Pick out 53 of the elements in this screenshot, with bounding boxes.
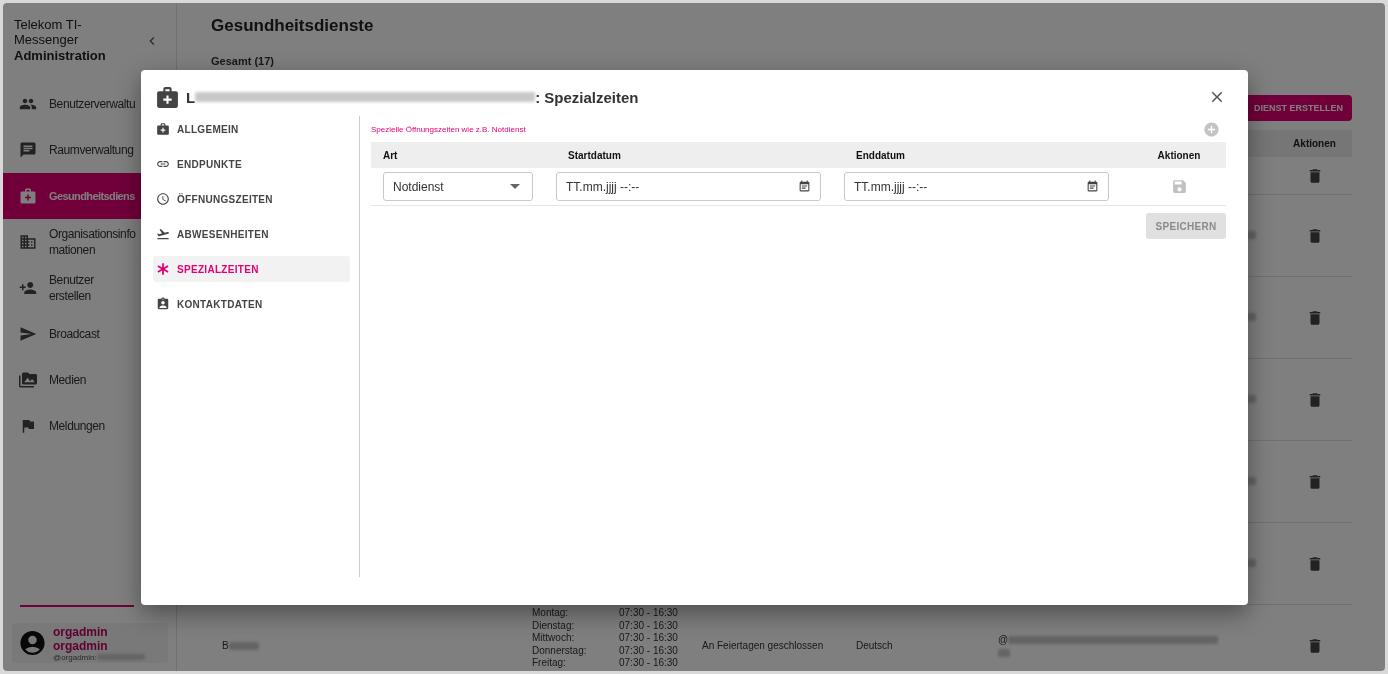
opening-hours: 07:30 - 16:30 bbox=[619, 632, 679, 645]
page-title: Gesundheitsdienste bbox=[211, 16, 375, 37]
sidebar-item[interactable]: Medien bbox=[3, 357, 176, 403]
weekday-label: Freitag: bbox=[532, 657, 567, 670]
medical-case-icon bbox=[19, 187, 37, 205]
user-card[interactable]: orgadmin orgadmin @orgadmin: bbox=[12, 623, 168, 663]
column-header: Art bbox=[382, 149, 399, 161]
user-handle: @orgadmin: bbox=[53, 652, 97, 662]
calendar-icon[interactable] bbox=[798, 180, 811, 193]
column-header: Aktionen bbox=[1293, 138, 1336, 149]
column-header: Aktionen bbox=[1157, 149, 1201, 161]
blurred-text bbox=[228, 641, 259, 650]
table-cell: B bbox=[222, 640, 229, 651]
person-add-icon bbox=[19, 279, 37, 297]
hint-text: Spezielle Öffnungszeiten wie z.B. Notdienst bbox=[371, 124, 526, 134]
avatar-icon bbox=[18, 628, 47, 658]
dropdown-caret-icon bbox=[510, 184, 520, 189]
airplane-icon bbox=[156, 227, 170, 241]
opening-hours: 07:30 - 16:30 bbox=[619, 644, 679, 657]
start-date-field[interactable]: TT.mm.jjjj --:-- bbox=[556, 172, 821, 201]
clock-icon bbox=[156, 192, 170, 206]
building-icon bbox=[19, 233, 37, 251]
column-header: Startdatum bbox=[567, 149, 622, 161]
medical-case-icon bbox=[156, 122, 170, 136]
weekday-label: Mittwoch: bbox=[532, 632, 576, 645]
opening-hours: 07:30 - 16:30 bbox=[619, 607, 679, 620]
media-icon bbox=[19, 371, 37, 389]
table-cell: An Feiertagen geschlossen bbox=[702, 640, 824, 651]
sidebar-item[interactable]: Meldungen bbox=[3, 403, 176, 449]
total-count: Gesamt (17) bbox=[211, 55, 275, 67]
contact-card-icon bbox=[156, 297, 170, 311]
dialog-title: : Spezialzeiten bbox=[535, 88, 639, 106]
table-cell: @ bbox=[998, 634, 1009, 645]
type-select[interactable]: Notdienst bbox=[383, 172, 533, 201]
opening-hours: 07:30 - 16:30 bbox=[619, 619, 679, 632]
dialog-tab[interactable]: SPEZIALZEITEN bbox=[153, 256, 350, 282]
end-date-field[interactable]: TT.mm.jjjj --:-- bbox=[844, 172, 1109, 201]
weekday-label: Donnerstag: bbox=[532, 644, 588, 657]
send-icon bbox=[19, 325, 37, 343]
user-name: orgadmin orgadmin bbox=[53, 624, 109, 653]
table-cell: Deutsch bbox=[856, 640, 893, 651]
brand-name: Telekom TI-Messenger bbox=[14, 17, 83, 47]
medical-case-icon bbox=[155, 84, 180, 110]
column-header: Enddatum bbox=[855, 149, 906, 161]
opening-hours: 07:30 - 16:30 bbox=[619, 657, 679, 670]
calendar-icon[interactable] bbox=[1086, 180, 1099, 193]
chat-icon bbox=[19, 141, 37, 159]
asterisk-icon bbox=[156, 262, 170, 276]
brand-subtitle: Administration bbox=[14, 47, 107, 64]
dialog-title: L bbox=[186, 88, 196, 106]
blurred-text bbox=[998, 649, 1010, 657]
weekday-label: Dienstag: bbox=[532, 619, 576, 632]
weekday-label: Montag: bbox=[532, 607, 570, 620]
